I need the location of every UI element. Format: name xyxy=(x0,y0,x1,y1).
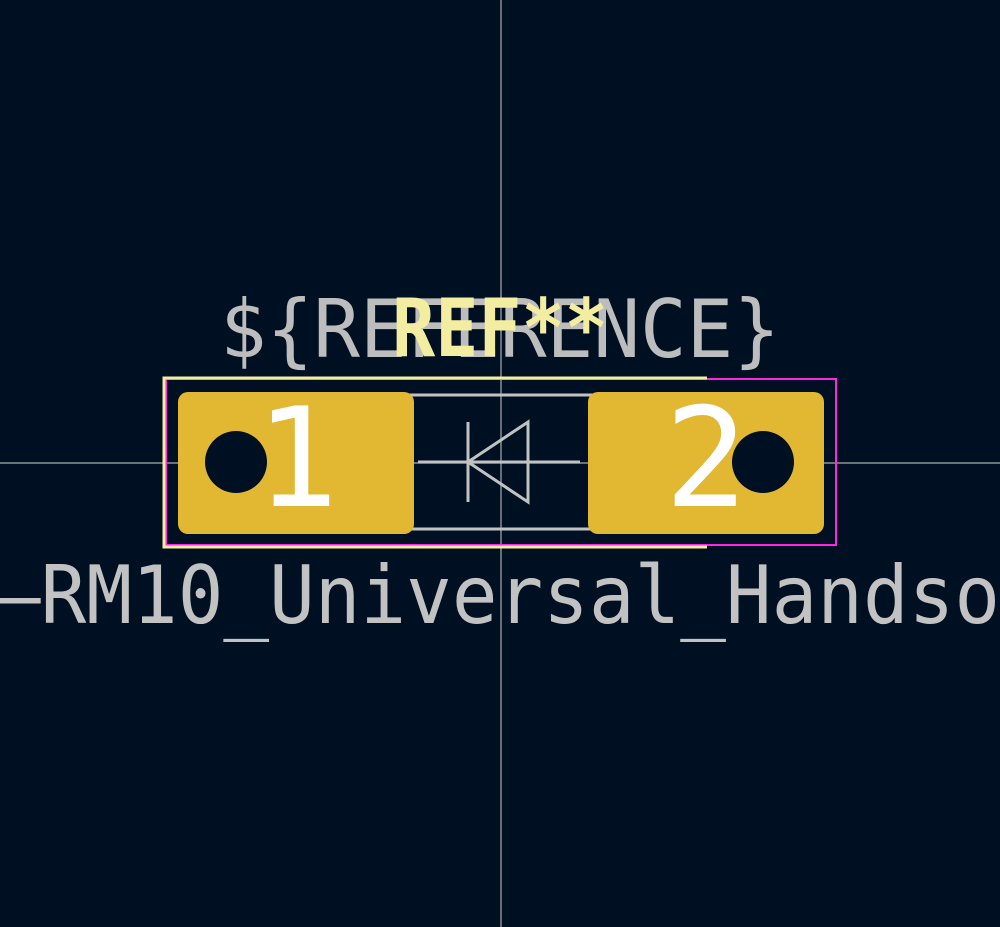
pad-1[interactable]: 1 xyxy=(178,378,414,539)
diode-icon xyxy=(418,419,580,505)
pcb-footprint-canvas[interactable]: ${REFERENCE} 1 2 REF** —RM10_Universal_H… xyxy=(0,0,1000,927)
pad-1-number: 1 xyxy=(255,378,338,539)
footprint-value-text: —RM10_Universal_Handso xyxy=(0,549,1000,642)
reference-designator: REF** xyxy=(392,282,608,375)
pad-2[interactable]: 2 xyxy=(588,378,824,539)
pad-2-number: 2 xyxy=(664,378,747,539)
